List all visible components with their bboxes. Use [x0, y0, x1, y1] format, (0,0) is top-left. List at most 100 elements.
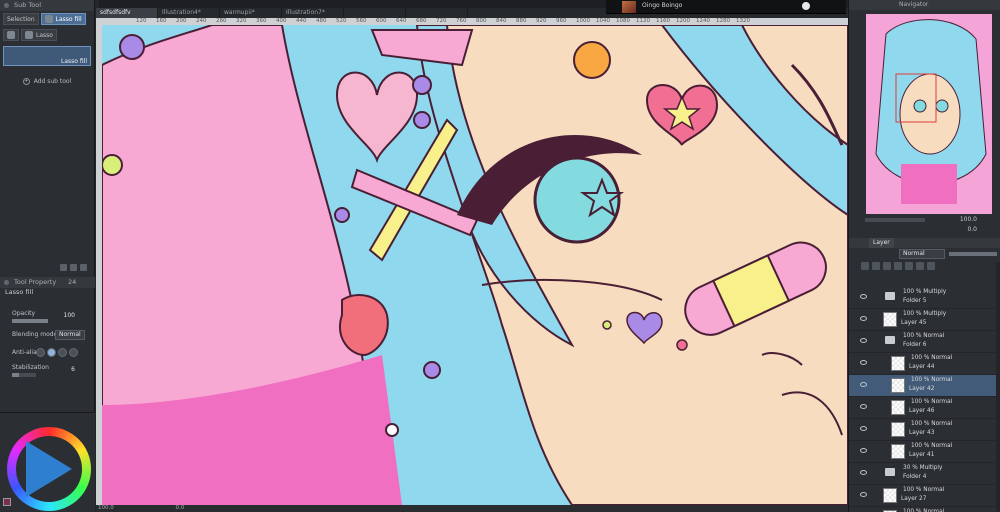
visibility-eye-icon[interactable] — [860, 492, 867, 497]
new-icon[interactable] — [70, 264, 77, 271]
tab-layer-property[interactable] — [896, 238, 904, 248]
ruler-tick-label: 480 — [316, 18, 327, 24]
color-wheel[interactable] — [7, 427, 91, 511]
plus-icon: + — [22, 78, 30, 85]
layer-opacity-slider[interactable] — [949, 252, 997, 256]
navigator-rotation-value[interactable]: 0.0 — [967, 226, 977, 233]
tab-layer[interactable]: Layer — [869, 238, 894, 248]
tab-lasso-label: Lasso — [36, 31, 53, 39]
stabilization-slider[interactable] — [12, 373, 36, 377]
layer-row[interactable]: 100 % NormalLayer 26 — [849, 507, 1000, 512]
ruler-tick-label: 160 — [156, 18, 167, 24]
panel-menu-icon[interactable] — [4, 3, 9, 8]
layer-name: Layer 41 — [909, 452, 935, 458]
layer-name: Layer 46 — [909, 408, 935, 414]
visibility-eye-icon[interactable] — [860, 382, 867, 387]
layer-thumbnail — [891, 356, 905, 371]
ruler-tick-label: 1240 — [696, 18, 710, 24]
document-tab[interactable] — [406, 8, 468, 18]
tab-layer-search[interactable] — [906, 238, 914, 248]
tab-selection[interactable]: Selection — [3, 13, 39, 25]
new-folder-icon[interactable] — [883, 262, 891, 270]
dot-purple-3 — [413, 111, 431, 129]
visibility-eye-icon[interactable] — [860, 426, 867, 431]
layer-folder-row[interactable]: 30 % Multiply Folder 4 — [849, 463, 1000, 485]
layer-row[interactable]: 100 % Normal Layer 46 — [849, 397, 1000, 419]
anti-alias-weak[interactable] — [47, 348, 56, 357]
layer-row[interactable]: 100 % Multiply Layer 45 — [849, 309, 1000, 331]
media-title: Oingo Boingo — [642, 2, 683, 9]
document-tab[interactable]: Illustration4* — [158, 8, 220, 18]
ruler-tick-label: 1080 — [616, 18, 630, 24]
current-color-swatch[interactable] — [3, 498, 11, 506]
layer-blend-opacity: 100 % Normal — [911, 377, 953, 383]
navigator-zoom-slider[interactable] — [865, 218, 925, 222]
document-tab[interactable]: Illustration7* — [282, 8, 344, 18]
anti-alias-strong[interactable] — [69, 348, 78, 357]
layer-blend-mode-select[interactable]: Normal — [899, 249, 945, 259]
anti-alias-none[interactable] — [36, 348, 45, 357]
blending-mode-select[interactable]: Normal — [55, 330, 85, 340]
layer-name: Layer 27 — [901, 496, 927, 502]
ruler-tick-label: 1040 — [596, 18, 610, 24]
anti-alias-medium[interactable] — [58, 348, 67, 357]
document-tab[interactable] — [344, 8, 406, 18]
stabilization-value[interactable]: 6 — [71, 366, 75, 373]
sub-tool-item-lasso-fill[interactable]: Lasso fill — [3, 46, 91, 66]
opacity-label: Opacity — [12, 310, 36, 317]
status-angle[interactable]: 0.0 — [176, 505, 185, 511]
navigator-preview[interactable] — [866, 14, 992, 214]
layer-folder-row[interactable]: 100 % Normal Folder 6 — [849, 331, 1000, 353]
stabilization-label: Stabilization — [12, 364, 49, 371]
trash-icon[interactable] — [927, 262, 935, 270]
opacity-slider[interactable] — [12, 319, 48, 323]
document-tab[interactable]: sdfsdfsdfv — [96, 8, 158, 18]
visibility-eye-icon[interactable] — [860, 448, 867, 453]
blending-mode-label: Blending mode — [12, 331, 58, 338]
tab-lasso[interactable]: Lasso — [21, 29, 57, 41]
new-vector-layer-icon[interactable] — [872, 262, 880, 270]
tab-gradient[interactable] — [3, 29, 19, 41]
lock-icon[interactable] — [905, 262, 913, 270]
navigator-zoom-value[interactable]: 100.0 — [960, 216, 977, 223]
ruler-tick-label: 1280 — [716, 18, 730, 24]
ruler-horizontal: 120 160 200 240 280 320 360 400 440 480 520 560 600 6… — [96, 18, 848, 25]
document-tab[interactable]: warmupii* — [220, 8, 282, 18]
duplicate-icon[interactable] — [60, 264, 67, 271]
status-zoom[interactable]: 100.0 — [98, 505, 114, 511]
clip-layer-icon[interactable] — [894, 262, 902, 270]
ruler-tick-label: 1120 — [636, 18, 650, 24]
layer-blend-opacity: 100 % Normal — [911, 399, 953, 405]
tab-lasso-fill[interactable]: Lasso fill — [40, 13, 86, 25]
layer-name: Layer 42 — [909, 386, 935, 392]
new-raster-layer-icon[interactable] — [861, 262, 869, 270]
layer-row[interactable]: 100 % Normal Layer 41 — [849, 441, 1000, 463]
layer-blend-row: Normal — [861, 249, 999, 260]
layer-row[interactable]: 100 % Normal Layer 27 — [849, 485, 1000, 507]
opacity-value[interactable]: 100 — [64, 312, 75, 319]
visibility-eye-icon[interactable] — [860, 338, 867, 343]
layer-row[interactable]: 100 % Normal Layer 44 — [849, 353, 1000, 375]
visibility-eye-icon[interactable] — [860, 294, 867, 299]
sub-tool-tabs-row2: Lasso — [0, 27, 94, 43]
ruler-tick-label: 1320 — [736, 18, 750, 24]
layer-folder-row[interactable]: 100 % Multiply Folder 5 — [849, 287, 1000, 309]
trash-icon[interactable] — [80, 264, 87, 271]
add-sub-tool-button[interactable]: + Add sub tool — [0, 78, 94, 85]
pause-icon[interactable] — [802, 2, 810, 10]
visibility-eye-icon[interactable] — [860, 360, 867, 365]
drawing-canvas[interactable] — [102, 25, 848, 505]
layer-thumbnail — [891, 422, 905, 437]
media-player-overlay: Oingo Boingo — [606, 0, 846, 14]
layer-row[interactable]: 100 % Normal Layer 42 — [849, 375, 1000, 397]
layer-scrollbar[interactable] — [996, 262, 1000, 512]
color-triangle[interactable] — [26, 441, 72, 497]
ruler-tick-label: 440 — [296, 18, 307, 24]
visibility-eye-icon[interactable] — [860, 470, 867, 475]
visibility-eye-icon[interactable] — [860, 404, 867, 409]
layer-thumbnail — [883, 488, 897, 503]
mask-icon[interactable] — [916, 262, 924, 270]
layer-name: Folder 4 — [903, 474, 927, 480]
visibility-eye-icon[interactable] — [860, 316, 867, 321]
layer-row[interactable]: 100 % Normal Layer 43 — [849, 419, 1000, 441]
